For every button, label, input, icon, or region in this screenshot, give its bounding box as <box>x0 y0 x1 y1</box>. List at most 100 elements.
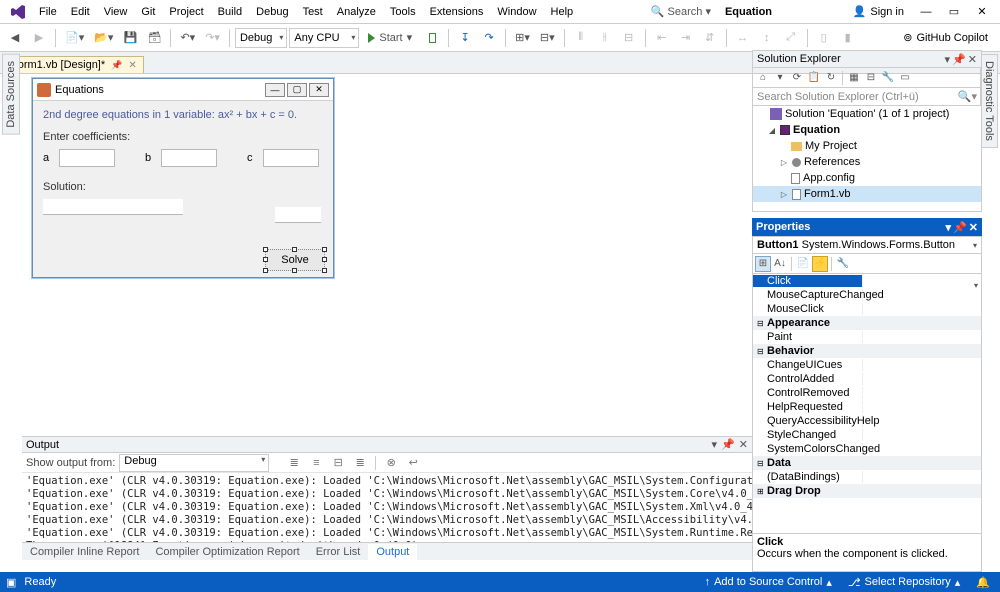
tree-form1[interactable]: ▷Form1.vb <box>753 186 981 202</box>
a-textbox[interactable] <box>59 149 115 167</box>
tree-myproject[interactable]: My Project <box>753 138 981 154</box>
minimize-button[interactable]: — <box>912 3 940 21</box>
out-wrap-icon[interactable]: ↩ <box>404 454 422 472</box>
quick-search[interactable]: 🔍 Search ▾ <box>645 3 717 20</box>
event-row[interactable]: ControlAdded <box>753 372 981 386</box>
nav-fwd-button[interactable]: ▶ <box>28 27 50 49</box>
form-window[interactable]: Equations — ▢ ✕ 2nd degree equations in … <box>32 78 334 278</box>
start-debug-button[interactable]: Start▾ <box>361 27 419 49</box>
menu-project[interactable]: Project <box>162 3 210 21</box>
new-project-button[interactable]: 📄▾ <box>61 27 88 49</box>
se-home-icon[interactable]: ⌂ <box>755 70 771 86</box>
event-row[interactable]: MouseClick <box>753 302 981 316</box>
copilot-button[interactable]: ⊚ GitHub Copilot <box>895 31 996 44</box>
close-tab-icon[interactable]: ✕ <box>128 60 136 71</box>
menu-help[interactable]: Help <box>544 3 581 21</box>
undo-button[interactable]: ↶▾ <box>176 27 199 49</box>
solution-textbox-2[interactable] <box>275 207 321 223</box>
event-row[interactable]: StyleChanged <box>753 428 981 442</box>
properties-object-combo[interactable]: Button1 System.Windows.Forms.Button ▾ <box>752 236 982 254</box>
prop-dropdown-icon[interactable]: ▾ <box>946 221 952 234</box>
se-sync-icon[interactable]: ⟳ <box>789 70 805 86</box>
open-button[interactable]: 📂▾ <box>90 27 117 49</box>
categorized-icon[interactable]: ⊞ <box>755 256 771 272</box>
property-pages-icon[interactable]: 🔧 <box>835 256 851 272</box>
start-nodebug-button[interactable] <box>421 27 443 49</box>
layout-btn-3[interactable]: ⊟ <box>618 27 640 49</box>
solution-textbox-1[interactable] <box>43 199 183 215</box>
event-row[interactable]: (DataBindings) <box>753 470 981 484</box>
out-btn-2[interactable]: ≡ <box>307 454 325 472</box>
out-dropdown-icon[interactable]: ▾ <box>712 438 718 451</box>
cat-dragdrop[interactable]: ⊞Drag Drop <box>753 484 981 498</box>
spacing-btn-3[interactable]: ⇵ <box>699 27 721 49</box>
out-close-icon[interactable]: ✕ <box>739 438 748 451</box>
tree-appconfig[interactable]: App.config <box>753 170 981 186</box>
step-over-button[interactable]: ↷ <box>478 27 500 49</box>
menu-test[interactable]: Test <box>296 3 330 21</box>
step-into-button[interactable]: ↧ <box>454 27 476 49</box>
output-text[interactable]: 'Equation.exe' (CLR v4.0.30319: Equation… <box>22 473 752 542</box>
tree-solution[interactable]: Solution 'Equation' (1 of 1 project) <box>753 106 981 122</box>
align-button-2[interactable]: ⊟▾ <box>536 27 559 49</box>
properties-grid[interactable]: Click MouseCaptureChangedMouseClick ⊟App… <box>752 274 982 534</box>
se-close-icon[interactable]: ✕ <box>968 53 977 66</box>
sign-in-button[interactable]: 👤 Sign in <box>845 2 912 21</box>
spacing-btn-1[interactable]: ⇤ <box>651 27 673 49</box>
out-btn-4[interactable]: ≣ <box>351 454 369 472</box>
se-collapse-icon[interactable]: ⊟ <box>863 70 879 86</box>
b-textbox[interactable] <box>161 149 217 167</box>
form-designer[interactable]: Equations — ▢ ✕ 2nd degree equations in … <box>22 74 752 436</box>
document-tab[interactable]: Form1.vb [Design]* 📌 ✕ <box>4 56 144 73</box>
out-btn-1[interactable]: ≣ <box>285 454 303 472</box>
diagnostic-tools-tab[interactable]: Diagnostic Tools <box>980 54 998 148</box>
spacing-btn-5[interactable]: ↕ <box>756 27 778 49</box>
spacing-btn-6[interactable]: ⤢ <box>780 27 802 49</box>
se-search-box[interactable]: Search Solution Explorer (Ctrl+ü) 🔍▾ <box>752 88 982 106</box>
events-tab-icon[interactable]: ⚡ <box>812 256 828 272</box>
layout-btn-2[interactable]: ⫲ <box>594 27 616 49</box>
menu-file[interactable]: File <box>32 3 64 21</box>
solve-button[interactable]: Solve <box>265 249 325 271</box>
event-row[interactable]: MouseCaptureChanged <box>753 288 981 302</box>
event-row[interactable]: QueryAccessibilityHelp <box>753 414 981 428</box>
spacing-btn-2[interactable]: ⇥ <box>675 27 697 49</box>
out-btn-3[interactable]: ⊟ <box>329 454 347 472</box>
restore-button[interactable]: ▭ <box>940 2 968 21</box>
prop-pin-icon[interactable]: 📌 <box>953 221 967 234</box>
menu-debug[interactable]: Debug <box>249 3 295 21</box>
menu-build[interactable]: Build <box>211 3 249 21</box>
se-preview-icon[interactable]: ▭ <box>897 70 913 86</box>
align-button-1[interactable]: ⊞▾ <box>511 27 534 49</box>
event-row[interactable]: SystemColorsChanged <box>753 442 981 456</box>
save-button[interactable]: 💾 <box>119 27 141 49</box>
data-sources-tab[interactable]: Data Sources <box>2 54 20 135</box>
order-btn-1[interactable]: ▯ <box>813 27 835 49</box>
order-btn-2[interactable]: ▮ <box>837 27 859 49</box>
se-showall-icon[interactable]: ▦ <box>846 70 862 86</box>
spacing-btn-4[interactable]: ↔ <box>732 27 754 49</box>
event-row[interactable]: ChangeUICues <box>753 358 981 372</box>
select-repo-button[interactable]: ⎇ Select Repository ▴ <box>844 576 964 589</box>
event-click-row[interactable]: Click <box>753 274 981 288</box>
se-refresh-icon[interactable]: ↻ <box>823 70 839 86</box>
alphabetical-icon[interactable]: A↓ <box>772 256 788 272</box>
prop-close-icon[interactable]: ✕ <box>969 221 978 234</box>
se-tree[interactable]: Solution 'Equation' (1 of 1 project) ◢Eq… <box>752 106 982 212</box>
out-clear-icon[interactable]: ⊗ <box>382 454 400 472</box>
tree-project[interactable]: ◢Equation <box>753 122 981 138</box>
source-control-button[interactable]: ↑ Add to Source Control ▴ <box>701 576 836 589</box>
close-button[interactable]: ✕ <box>968 2 996 21</box>
layout-btn-1[interactable]: ⫴ <box>570 27 592 49</box>
menu-edit[interactable]: Edit <box>64 3 97 21</box>
form-body[interactable]: 2nd degree equations in 1 variable: ax² … <box>33 101 333 277</box>
cat-behavior[interactable]: ⊟Behavior <box>753 344 981 358</box>
redo-button[interactable]: ↷▾ <box>201 27 224 49</box>
menu-analyze[interactable]: Analyze <box>330 3 383 21</box>
config-combo[interactable]: Debug <box>235 28 287 48</box>
out-pin-icon[interactable]: 📌 <box>721 438 735 451</box>
cat-data[interactable]: ⊟Data <box>753 456 981 470</box>
se-pin-icon[interactable]: 📌 <box>952 53 966 66</box>
pin-icon[interactable]: 📌 <box>111 60 122 71</box>
event-row[interactable]: ControlRemoved <box>753 386 981 400</box>
